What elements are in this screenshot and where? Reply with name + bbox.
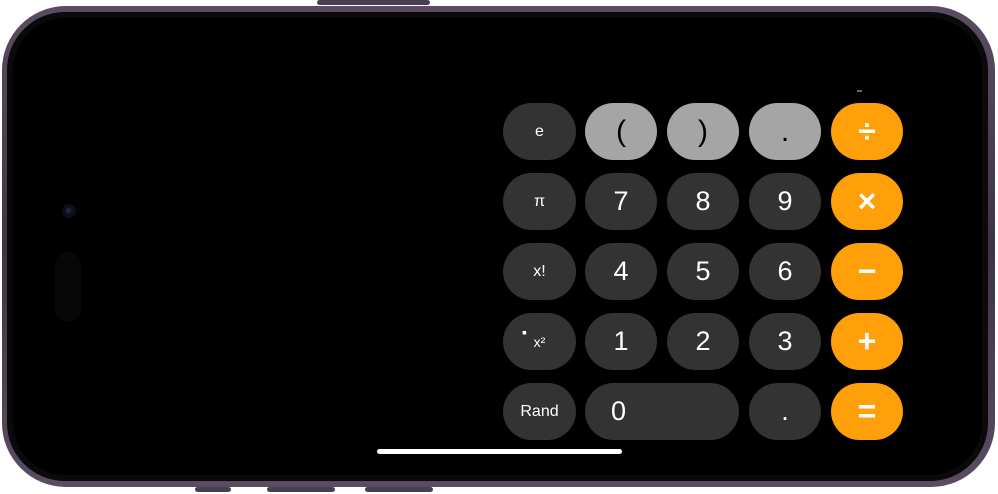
digit-2-button[interactable]: 2: [667, 313, 739, 370]
close-paren-label: ): [698, 114, 708, 148]
power-button: [317, 0, 430, 5]
digit-1-label: 1: [613, 326, 629, 356]
digit-3-label: 3: [777, 326, 793, 356]
equals-icon: =: [857, 393, 877, 429]
digit-9-label: 9: [777, 186, 793, 216]
plus-button[interactable]: +: [831, 313, 903, 370]
divide-button[interactable]: ÷: [831, 103, 903, 160]
divide-icon: ÷: [858, 113, 876, 149]
display-cursor: [857, 90, 862, 92]
digit-4-button[interactable]: 4: [585, 243, 657, 300]
dot-button[interactable]: .: [749, 103, 821, 160]
pi-label: π: [533, 192, 546, 210]
dynamic-island: [55, 252, 81, 322]
digit-0-button[interactable]: 0: [585, 383, 739, 440]
decimal-button[interactable]: .: [749, 383, 821, 440]
plus-icon: +: [857, 323, 877, 359]
factorial-button[interactable]: x!: [503, 243, 576, 300]
digit-7-label: 7: [613, 186, 629, 216]
minus-icon: −: [857, 253, 877, 289]
e-button[interactable]: e: [503, 103, 576, 160]
volume-down-button: [195, 487, 231, 492]
open-paren-button[interactable]: (: [585, 103, 657, 160]
digit-9-button[interactable]: 9: [749, 173, 821, 230]
action-button: [365, 487, 433, 492]
front-camera-icon: [62, 204, 76, 218]
square-dot-icon: ▪: [522, 324, 527, 340]
multiply-icon: ×: [857, 183, 877, 219]
pi-button[interactable]: π: [503, 173, 576, 230]
digit-1-button[interactable]: 1: [585, 313, 657, 370]
digit-5-label: 5: [695, 256, 711, 286]
digit-6-button[interactable]: 6: [749, 243, 821, 300]
square-button[interactable]: ▪ x²: [503, 313, 576, 370]
digit-4-label: 4: [613, 256, 629, 286]
digit-3-button[interactable]: 3: [749, 313, 821, 370]
minus-button[interactable]: −: [831, 243, 903, 300]
digit-6-label: 6: [777, 256, 793, 286]
digit-8-label: 8: [695, 186, 711, 216]
digit-2-label: 2: [695, 326, 711, 356]
square-label: x²: [533, 333, 546, 350]
open-paren-label: (: [616, 114, 626, 148]
decimal-label: .: [781, 396, 789, 426]
rand-label: Rand: [520, 402, 559, 420]
home-indicator[interactable]: [377, 449, 622, 454]
volume-up-button: [267, 487, 335, 492]
digit-7-button[interactable]: 7: [585, 173, 657, 230]
factorial-label: x!: [533, 262, 546, 280]
digit-0-label: 0: [611, 396, 627, 426]
dot-label: .: [780, 114, 790, 148]
e-label: e: [535, 122, 544, 140]
digit-5-button[interactable]: 5: [667, 243, 739, 300]
digit-8-button[interactable]: 8: [667, 173, 739, 230]
multiply-button[interactable]: ×: [831, 173, 903, 230]
rand-button[interactable]: Rand: [503, 383, 576, 440]
equals-button[interactable]: =: [831, 383, 903, 440]
close-paren-button[interactable]: ): [667, 103, 739, 160]
